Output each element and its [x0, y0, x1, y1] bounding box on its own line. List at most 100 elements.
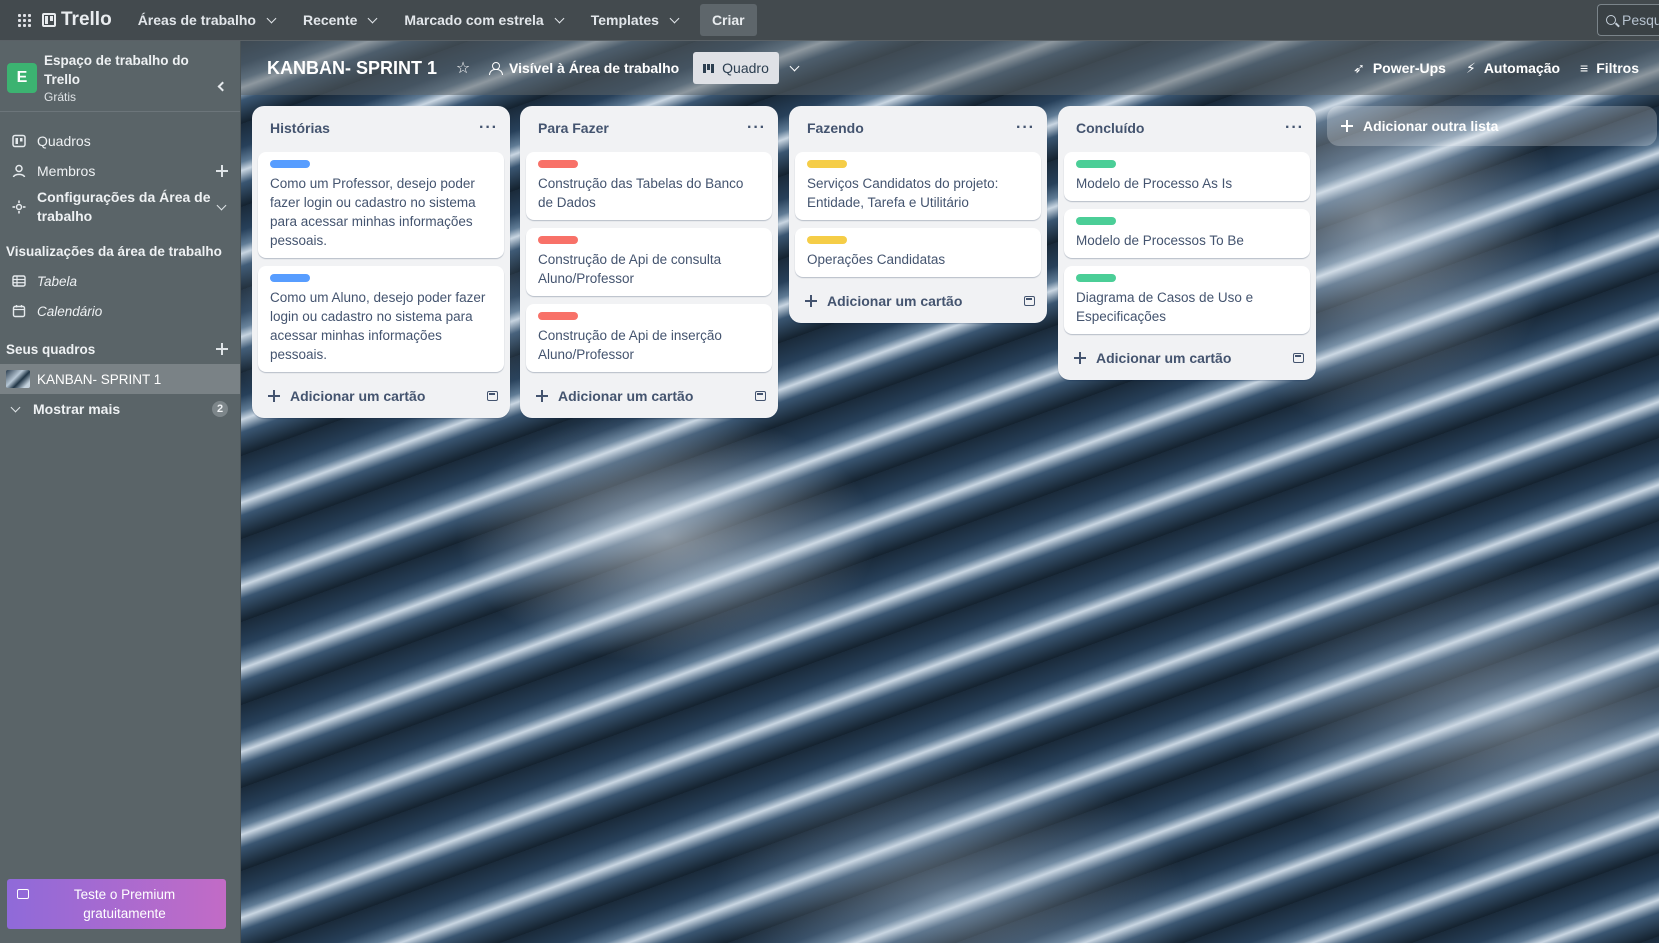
chevron-down-icon [216, 200, 227, 210]
more-options-icon[interactable]: ··· [1016, 119, 1035, 137]
nav-starred-menu[interactable]: Marcado com estrela [392, 4, 578, 36]
workspace-name: Espaço de trabalho do Trello [44, 53, 189, 87]
sidebar-item-label: Membros [37, 163, 96, 179]
card-title: Serviços Candidatos do projeto: Entidade… [807, 176, 999, 210]
card-template-icon[interactable] [1024, 296, 1035, 306]
app-switcher-button[interactable] [8, 4, 40, 36]
list-fazendo: Fazendo ··· Serviços Candidatos do proje… [789, 106, 1047, 323]
list-header[interactable]: Concluído ··· [1064, 114, 1310, 142]
card-title: Modelo de Processos To Be [1076, 233, 1244, 248]
switch-view-button[interactable] [779, 52, 811, 84]
show-more-boards[interactable]: Mostrar mais 2 [0, 394, 240, 424]
card-label[interactable] [1076, 160, 1116, 168]
card[interactable]: Como um Professor, desejo poder fazer lo… [258, 152, 504, 258]
list-header[interactable]: Fazendo ··· [795, 114, 1041, 142]
trello-logo[interactable]: Trello [42, 9, 112, 31]
add-member-icon[interactable] [216, 165, 228, 177]
card[interactable]: Construção de Api de inserção Aluno/Prof… [526, 304, 772, 372]
nav-label: Recente [302, 12, 358, 28]
star-icon: ☆ [455, 60, 471, 77]
card-label[interactable] [538, 160, 578, 168]
more-options-icon[interactable]: ··· [747, 119, 766, 137]
view-label: Quadro [722, 60, 769, 76]
sidebar-item-label: Quadros [37, 133, 91, 149]
card-label[interactable] [1076, 274, 1116, 282]
chevron-down-icon [789, 61, 800, 71]
sidebar-view-table[interactable]: Tabela [0, 266, 240, 296]
try-premium-button[interactable]: Teste o Premium gratuitamente [7, 879, 226, 929]
card-label[interactable] [1076, 217, 1116, 225]
add-list-button[interactable]: Adicionar outra lista [1327, 106, 1657, 146]
plus-icon [1074, 352, 1086, 364]
show-more-label: Mostrar mais [33, 401, 121, 417]
sidebar-item-members[interactable]: Membros [0, 156, 240, 186]
card[interactable]: Serviços Candidatos do projeto: Entidade… [795, 152, 1041, 220]
collapse-sidebar-button[interactable] [208, 73, 234, 99]
plus-icon [805, 295, 817, 307]
card[interactable]: Como um Aluno, desejo poder fazer login … [258, 266, 504, 372]
board-thumbnail [6, 370, 30, 388]
card[interactable]: Modelo de Processos To Be [1064, 209, 1310, 258]
list-title: Para Fazer [538, 120, 609, 136]
visibility-button[interactable]: Visível à Área de trabalho [479, 52, 689, 84]
chevron-down-icon [10, 402, 21, 412]
card-label[interactable] [538, 312, 578, 320]
section-title: Seus quadros [6, 341, 96, 357]
powerups-button[interactable]: ➶ Power-Ups [1345, 52, 1454, 84]
sidebar-item-label: Configurações da Área de trabalho [37, 189, 211, 224]
top-navigation-bar: Trello Áreas de trabalho Recente Marcado… [0, 0, 1659, 41]
gift-icon [17, 889, 29, 899]
more-options-icon[interactable]: ··· [1285, 119, 1304, 137]
calendar-icon [12, 305, 26, 318]
search-input[interactable]: Pesquisar [1597, 4, 1659, 36]
card-title: Construção de Api de consulta Aluno/Prof… [538, 252, 722, 286]
gear-icon [12, 200, 26, 214]
sidebar-board-kanban-sprint-1[interactable]: KANBAN- SPRINT 1 [0, 364, 240, 394]
card-label[interactable] [807, 236, 847, 244]
card-label[interactable] [270, 274, 310, 282]
board-title[interactable]: KANBAN- SPRINT 1 [257, 58, 447, 79]
nav-workspaces-menu[interactable]: Áreas de trabalho [126, 4, 291, 36]
card-template-icon[interactable] [755, 391, 766, 401]
sidebar-item-settings[interactable]: Configurações da Área de trabalho [0, 186, 240, 228]
card-template-icon[interactable] [487, 391, 498, 401]
people-icon [489, 62, 504, 75]
more-options-icon[interactable]: ··· [479, 119, 498, 137]
card-title: Diagrama de Casos de Uso e Especificaçõe… [1076, 290, 1254, 324]
automation-label: Automação [1483, 60, 1561, 76]
sidebar-view-label: Calendário [37, 303, 103, 319]
list-header[interactable]: Para Fazer ··· [526, 114, 772, 142]
sidebar-view-calendar[interactable]: Calendário [0, 296, 240, 326]
add-card-button[interactable]: Adicionar um cartão [258, 380, 504, 412]
sidebar-item-boards[interactable]: Quadros [0, 126, 240, 156]
card-label[interactable] [538, 236, 578, 244]
nav-recent-menu[interactable]: Recente [291, 4, 392, 36]
filters-label: Filtros [1596, 60, 1639, 76]
list-header[interactable]: Histórias ··· [258, 114, 504, 142]
card-template-icon[interactable] [1293, 353, 1304, 363]
create-board-icon[interactable] [216, 343, 228, 355]
card-label[interactable] [270, 160, 310, 168]
add-card-button[interactable]: Adicionar um cartão [1064, 342, 1310, 374]
card[interactable]: Operações Candidatas [795, 228, 1041, 277]
add-card-button[interactable]: Adicionar um cartão [526, 380, 772, 412]
workspace-header: E Espaço de trabalho do Trello Grátis [0, 41, 240, 112]
create-button[interactable]: Criar [699, 4, 757, 36]
card[interactable]: Construção de Api de consulta Aluno/Prof… [526, 228, 772, 296]
filters-button[interactable]: ≡ Filtros [1572, 52, 1647, 84]
add-card-button[interactable]: Adicionar um cartão [795, 285, 1041, 317]
card[interactable]: Diagrama de Casos de Uso e Especificaçõe… [1064, 266, 1310, 334]
premium-label: Teste o Premium gratuitamente [73, 887, 176, 921]
star-board-button[interactable]: ☆ [447, 52, 479, 84]
board-view-button[interactable]: Quadro [693, 52, 779, 84]
card-title: Operações Candidatas [807, 252, 946, 267]
card[interactable]: Modelo de Processo As Is [1064, 152, 1310, 201]
card[interactable]: Construção das Tabelas do Banco de Dados [526, 152, 772, 220]
nav-templates-menu[interactable]: Templates [579, 4, 694, 36]
list-title: Histórias [270, 120, 330, 136]
nav-label: Áreas de trabalho [137, 12, 256, 28]
lightning-icon: ⚡ [1465, 59, 1476, 76]
automation-button[interactable]: ⚡ Automação [1458, 52, 1568, 84]
workspace-avatar[interactable]: E [7, 63, 37, 93]
card-label[interactable] [807, 160, 847, 168]
